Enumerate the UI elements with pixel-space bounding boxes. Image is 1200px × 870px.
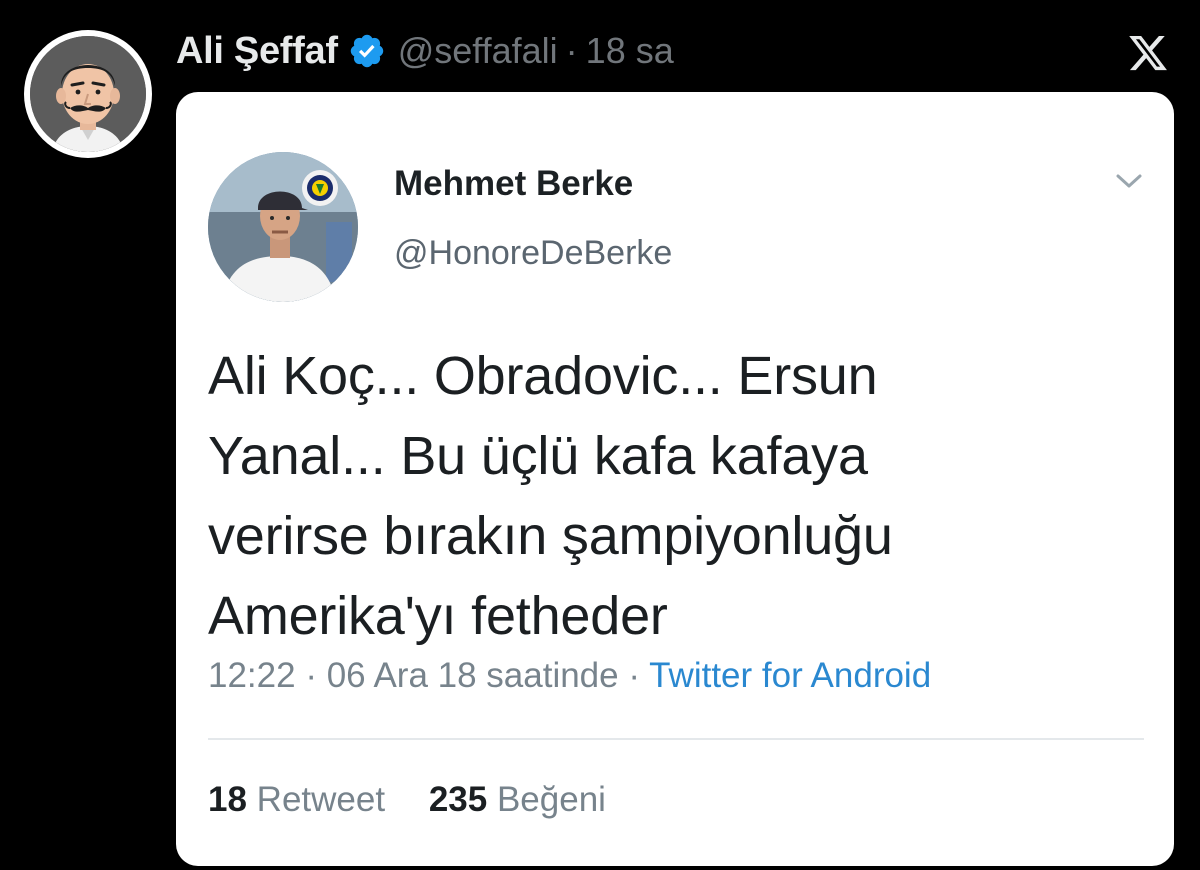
retweets-stat[interactable]: 18 Retweet [208, 780, 395, 819]
header-separator: · [565, 30, 578, 71]
quoted-tweet-stats: 18 Retweet 235 Beğeni [208, 780, 606, 820]
cartoon-avatar-image [30, 36, 146, 152]
outer-author-handle[interactable]: @seffafali [398, 30, 558, 72]
outer-author-name[interactable]: Ali Şeffaf [176, 30, 338, 73]
outer-tweet-time[interactable]: 18 sa [586, 30, 674, 72]
meta-separator: · [305, 656, 317, 695]
tweet-view: Ali Şeffaf @seffafali · 18 sa Mehmet Ber… [0, 0, 1200, 870]
verified-badge-icon[interactable] [348, 32, 386, 70]
chevron-down-icon[interactable] [1114, 170, 1144, 192]
tweet-text-line: Ali Koç... Obradovic... Ersun [208, 346, 878, 406]
quoted-tweet-screenshot[interactable]: Mehmet Berke @HonoreDeBerke Ali Koç... O… [176, 92, 1174, 866]
tweet-text-line: verirse bırakın şampiyonluğu [208, 506, 893, 566]
quoted-author-avatar[interactable] [208, 152, 358, 302]
retweets-label: Retweet [256, 780, 386, 819]
outer-tweet-header: Ali Şeffaf @seffafali · 18 sa [176, 26, 674, 76]
tweet-text-line: Amerika'yı fetheder [208, 586, 668, 646]
tweet-time: 12:22 [208, 656, 296, 695]
meta-separator: · [628, 656, 641, 695]
tweet-date: 06 Ara 18 saatinde [326, 656, 619, 695]
divider [208, 738, 1144, 740]
x-logo-icon[interactable] [1126, 32, 1170, 74]
likes-count: 235 [428, 780, 488, 819]
quoted-author-handle[interactable]: @HonoreDeBerke [394, 234, 672, 273]
tweet-text-line: Yanal... Bu üçlü kafa kafaya [208, 426, 868, 486]
retweets-count: 18 [208, 780, 247, 819]
likes-stat[interactable]: 235 Beğeni [429, 780, 606, 819]
likes-label: Beğeni [496, 780, 606, 819]
quoted-author-name[interactable]: Mehmet Berke [394, 164, 633, 204]
tweet-source-link[interactable]: Twitter for Android [649, 656, 931, 695]
quoted-tweet-meta: 12:22 · 06 Ara 18 saatinde · Twitter for… [208, 656, 931, 696]
outer-author-avatar[interactable] [24, 30, 152, 158]
quoted-tweet-text: Ali Koç... Obradovic... Ersun Yanal... B… [208, 336, 1148, 656]
